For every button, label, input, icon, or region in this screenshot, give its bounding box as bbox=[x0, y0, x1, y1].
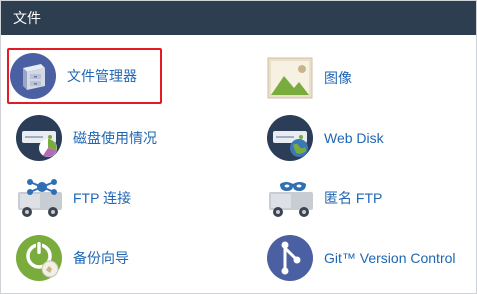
disk-usage-link[interactable]: 磁盘使用情况 bbox=[15, 110, 215, 166]
image-icon bbox=[266, 54, 314, 102]
backup-wizard-icon bbox=[15, 234, 63, 282]
images-link[interactable]: 图像 bbox=[266, 50, 466, 106]
git-version-control-label: Git™ Version Control bbox=[324, 250, 456, 266]
web-disk-label: Web Disk bbox=[324, 130, 384, 146]
git-icon bbox=[266, 234, 314, 282]
images-label: 图像 bbox=[324, 70, 352, 86]
anonymous-ftp-label: 匿名 FTP bbox=[324, 190, 383, 206]
file-manager-label: 文件管理器 bbox=[67, 68, 137, 84]
backup-wizard-link[interactable]: 备份向导 bbox=[15, 230, 215, 286]
anonymous-ftp-icon bbox=[266, 174, 314, 222]
disk-usage-icon bbox=[15, 114, 63, 162]
web-disk-icon bbox=[266, 114, 314, 162]
anonymous-ftp-link[interactable]: 匿名 FTP bbox=[266, 170, 466, 226]
files-panel: 文件 文件管理器 图像 磁盘使用情况 Web Disk FTP 连接 匿名 FT… bbox=[0, 0, 477, 294]
backup-wizard-label: 备份向导 bbox=[73, 250, 129, 266]
file-cabinet-icon bbox=[9, 52, 57, 100]
web-disk-link[interactable]: Web Disk bbox=[266, 110, 466, 166]
ftp-connections-link[interactable]: FTP 连接 bbox=[15, 170, 215, 226]
git-version-control-link[interactable]: Git™ Version Control bbox=[266, 230, 471, 286]
ftp-connections-icon bbox=[15, 174, 63, 222]
ftp-connections-label: FTP 连接 bbox=[73, 190, 132, 206]
section-title: 文件 bbox=[1, 1, 476, 35]
file-manager-link[interactable]: 文件管理器 bbox=[7, 48, 162, 104]
disk-usage-label: 磁盘使用情况 bbox=[73, 130, 157, 146]
